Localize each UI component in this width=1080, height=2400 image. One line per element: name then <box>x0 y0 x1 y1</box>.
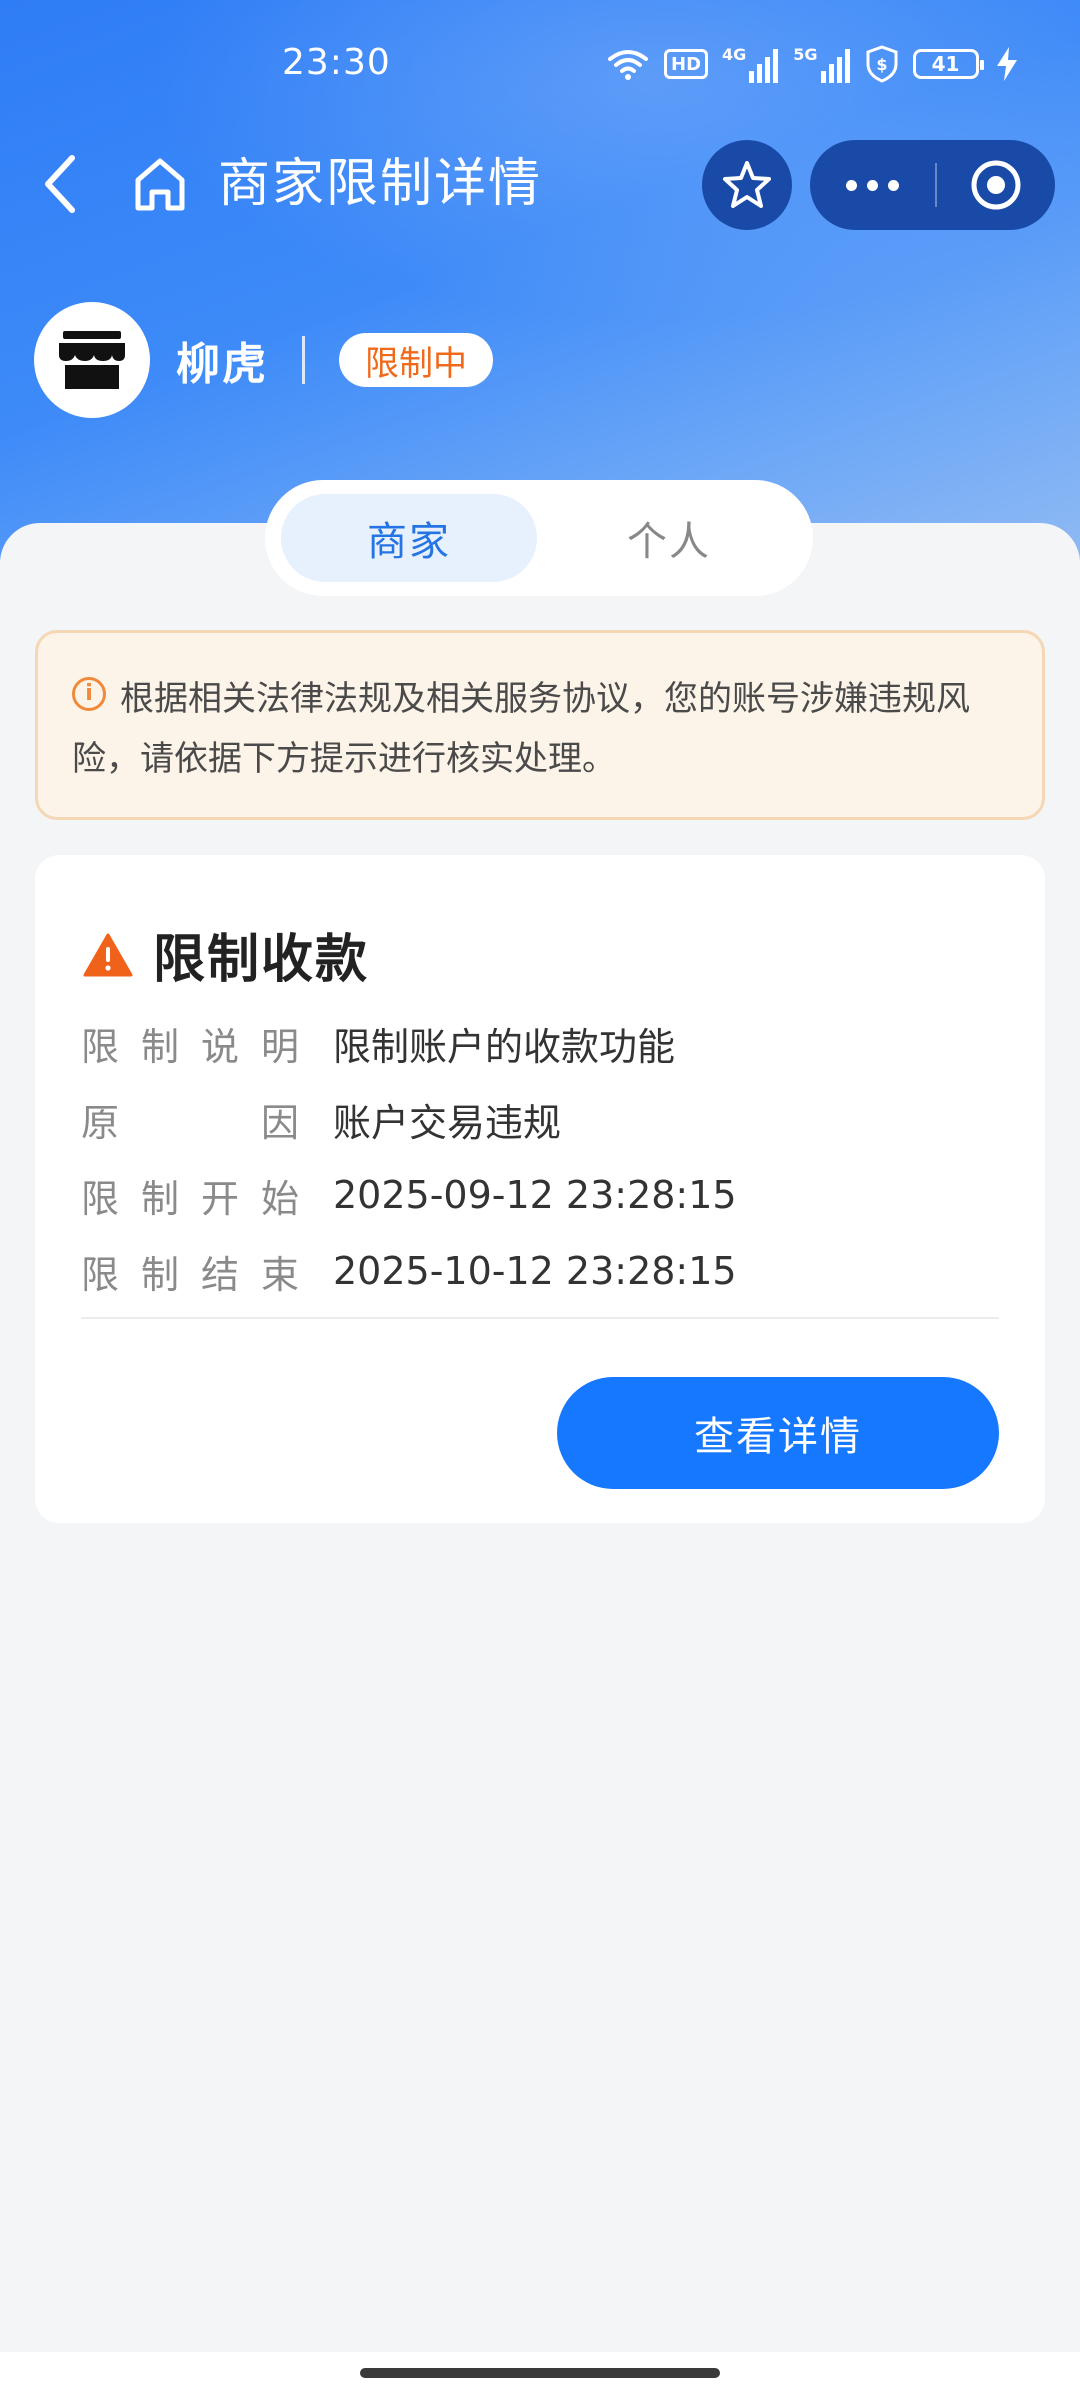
more-dot <box>888 179 899 191</box>
label-char: 制 <box>140 1176 179 1221</box>
label-char: 限 <box>81 1176 120 1221</box>
signal-4g-icon: 4G <box>722 45 779 83</box>
home-button[interactable] <box>128 150 192 218</box>
home-indicator[interactable] <box>360 2368 720 2378</box>
detail-label: 限制说明 <box>81 1016 333 1071</box>
label-char: 制 <box>140 1024 179 1069</box>
nav-bar: 商家限制详情 <box>0 132 1080 236</box>
warning-icon <box>83 933 133 976</box>
tab-merchant[interactable]: 商家 <box>281 494 537 582</box>
battery-level: 41 <box>931 52 960 76</box>
label-char: 原 <box>81 1100 120 1145</box>
detail-row-description: 限制说明 限制账户的收款功能 <box>81 1005 1001 1081</box>
signal-5g-icon: 5G <box>793 45 850 83</box>
label-char: 明 <box>260 1024 299 1069</box>
wifi-icon <box>606 47 650 81</box>
label-char: 始 <box>260 1176 299 1221</box>
label-char: 说 <box>200 1024 239 1069</box>
restriction-title: 限制收款 <box>153 930 370 990</box>
more-dot <box>867 179 878 191</box>
restriction-details: 限制说明 限制账户的收款功能 原因 账户交易违规 限制开始 2025-09-12… <box>81 1005 1001 1309</box>
detail-row-end: 限制结束 2025-10-12 23:28:15 <box>81 1233 1001 1309</box>
detail-row-reason: 原因 账户交易违规 <box>81 1081 1001 1157</box>
label-char: 限 <box>81 1252 120 1297</box>
store-icon <box>59 331 125 389</box>
status-time: 23:30 <box>282 42 391 83</box>
merchant-header: 柳虎 限制中 <box>34 302 493 418</box>
view-details-button[interactable]: 查看详情 <box>557 1377 999 1489</box>
back-icon <box>45 155 75 213</box>
tab-bar: 商家 个人 <box>265 480 813 596</box>
more-button[interactable] <box>810 140 935 230</box>
star-icon <box>723 161 771 208</box>
favorite-button[interactable] <box>702 140 792 230</box>
restriction-title-row: 限制收款 <box>83 917 369 992</box>
charging-icon <box>996 47 1017 81</box>
card-divider <box>81 1317 999 1319</box>
detail-value: 账户交易违规 <box>333 1100 562 1145</box>
label-char: 制 <box>140 1252 179 1297</box>
detail-label: 限制结束 <box>81 1244 333 1299</box>
restriction-card: 限制收款 限制说明 限制账户的收款功能 原因 账户交易违规 限制开始 2025-… <box>35 855 1045 1523</box>
close-circle-icon <box>971 160 1021 210</box>
detail-value: 限制账户的收款功能 <box>333 1024 676 1069</box>
label-char: 限 <box>81 1024 120 1069</box>
detail-label: 原因 <box>81 1092 333 1147</box>
close-button[interactable] <box>937 140 1055 230</box>
header-divider <box>302 336 305 384</box>
mini-app-capsule <box>810 140 1055 230</box>
detail-label: 限制开始 <box>81 1168 333 1223</box>
shield-dollar-icon: $ <box>865 45 899 83</box>
label-char: 开 <box>200 1176 239 1221</box>
label-char: 因 <box>260 1100 299 1145</box>
notice-text: 根据相关法律法规及相关服务协议，您的账号涉嫌违规风险，请依据下方提示进行核实处理… <box>72 679 970 779</box>
net1-label: 4G <box>722 45 747 64</box>
svg-text:$: $ <box>876 55 887 74</box>
net2-label: 5G <box>793 45 818 64</box>
home-icon <box>135 158 185 211</box>
tab-personal[interactable]: 个人 <box>541 494 797 582</box>
status-bar: 23:30 HD 4G 5G $ 41 <box>0 0 1080 130</box>
avatar <box>34 302 150 418</box>
label-char: 结 <box>200 1252 239 1297</box>
detail-value: 2025-09-12 23:28:15 <box>333 1173 737 1217</box>
page-title: 商家限制详情 <box>218 154 543 214</box>
label-char: 束 <box>260 1252 299 1297</box>
more-icon <box>846 179 857 191</box>
battery-icon: 41 <box>912 49 984 79</box>
status-badge: 限制中 <box>339 333 493 387</box>
detail-value: 2025-10-12 23:28:15 <box>333 1249 737 1293</box>
hd-icon: HD <box>664 49 709 79</box>
risk-notice: i 根据相关法律法规及相关服务协议，您的账号涉嫌违规风险，请依据下方提示进行核实… <box>35 630 1045 820</box>
hd-label: HD <box>671 53 702 75</box>
back-button[interactable] <box>30 152 90 216</box>
status-icons: HD 4G 5G $ 41 <box>606 44 1017 84</box>
merchant-name: 柳虎 <box>176 339 268 390</box>
detail-row-start: 限制开始 2025-09-12 23:28:15 <box>81 1157 1001 1233</box>
